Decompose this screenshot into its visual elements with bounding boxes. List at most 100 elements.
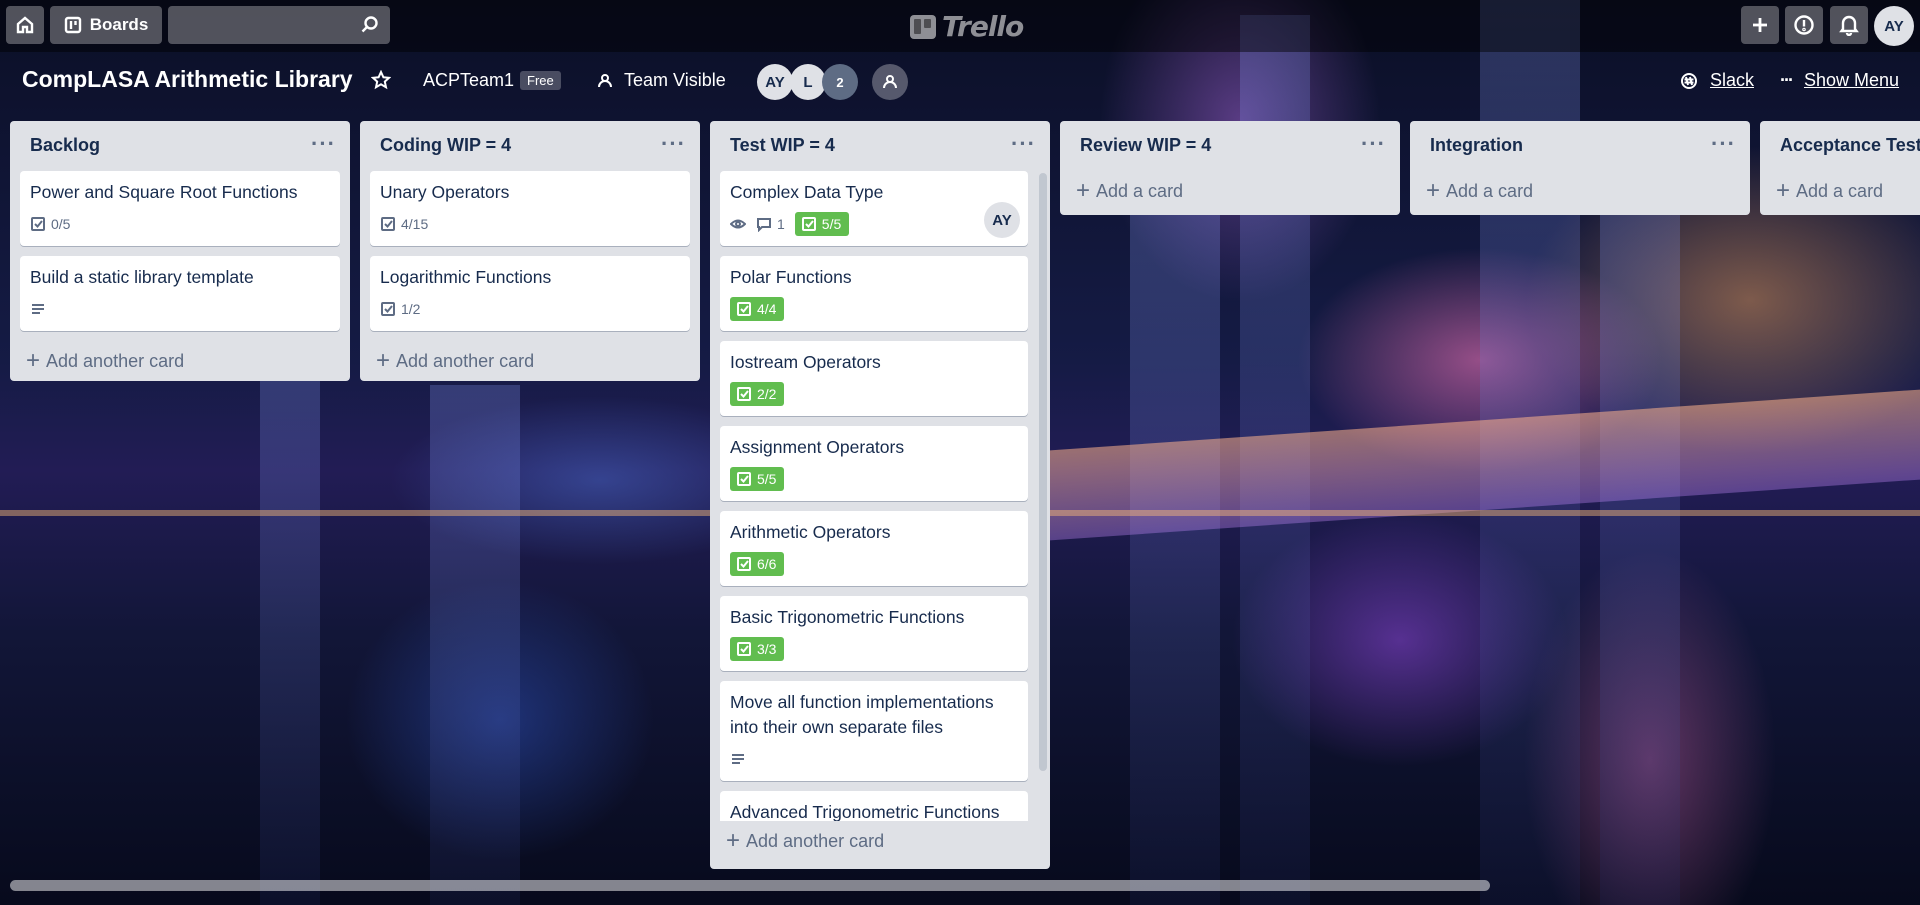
checklist-count: 0/5: [51, 216, 71, 232]
boards-label: Boards: [89, 15, 149, 34]
plus-icon: +: [726, 827, 741, 854]
list-title[interactable]: Integration: [1430, 135, 1523, 155]
card-title: Complex Data Type: [730, 182, 884, 202]
checklist-badge: 4/15: [380, 216, 428, 232]
list-title[interactable]: Test WIP = 4: [730, 135, 835, 155]
list-title[interactable]: Review WIP = 4: [1080, 135, 1211, 155]
card-title: Power and Square Root Functions: [30, 182, 298, 202]
user-avatar[interactable]: AY: [1874, 6, 1914, 46]
member-avatar[interactable]: AY: [757, 64, 793, 100]
list-header[interactable]: Coding WIP = 4 ···: [360, 121, 700, 171]
description-icon: [32, 304, 44, 314]
show-menu-button[interactable]: ··· Show Menu: [1780, 70, 1899, 91]
list-menu-icon[interactable]: ···: [311, 131, 336, 157]
checkbox-icon: [801, 217, 816, 231]
plus-icon: +: [376, 347, 391, 374]
card[interactable]: Power and Square Root Functions 0/5: [20, 171, 340, 246]
add-card-label: Add another card: [46, 350, 185, 371]
list-header[interactable]: Review WIP = 4 ···: [1060, 121, 1400, 171]
checklist-count: 4/4: [757, 301, 777, 317]
create-button[interactable]: [1741, 6, 1779, 44]
search-input[interactable]: [168, 6, 390, 44]
list-title[interactable]: Coding WIP = 4: [380, 135, 511, 155]
list-menu-icon[interactable]: ···: [1711, 131, 1736, 157]
search-icon[interactable]: [360, 15, 380, 40]
card[interactable]: Arithmetic Operators 6/6: [720, 511, 1028, 586]
plus-icon: +: [1076, 177, 1091, 204]
checkbox-icon: [31, 217, 45, 231]
list-menu-icon[interactable]: ···: [1361, 131, 1386, 157]
list-header[interactable]: Test WIP = 4 ···: [710, 121, 1050, 171]
card-title: Polar Functions: [730, 267, 852, 287]
checklist-count: 2/2: [757, 386, 777, 402]
card[interactable]: Assignment Operators 5/5: [720, 426, 1028, 501]
card-title: Logarithmic Functions: [380, 267, 552, 287]
member-avatar[interactable]: L: [790, 64, 826, 100]
card[interactable]: Unary Operators 4/15: [370, 171, 690, 246]
list-review-wip: Review WIP = 4 ··· + Add a card: [1060, 121, 1400, 215]
more-icon: ···: [1780, 70, 1794, 90]
comments-badge: 1: [756, 216, 785, 232]
star-button[interactable]: [370, 69, 392, 95]
home-icon: [16, 16, 34, 34]
slack-label: Slack: [1710, 70, 1755, 90]
list-title[interactable]: Backlog: [30, 135, 100, 155]
visibility-button[interactable]: Team Visible: [596, 70, 726, 91]
list-cards-scroll[interactable]: Complex Data Type 1 5/5 AY Polar Functio…: [710, 171, 1050, 821]
notifications-button[interactable]: [1830, 6, 1868, 44]
card-title: Assignment Operators: [730, 437, 905, 457]
slack-button[interactable]: Slack: [1680, 70, 1754, 91]
checkbox-icon: [737, 387, 751, 401]
list-header[interactable]: Acceptance Test: [1760, 121, 1920, 171]
card[interactable]: Logarithmic Functions 1/2: [370, 256, 690, 331]
info-button[interactable]: [1785, 6, 1823, 44]
card[interactable]: Advanced Trigonometric Functions: [720, 791, 1028, 821]
invite-button[interactable]: [872, 64, 908, 100]
more-members-badge[interactable]: 2: [822, 64, 858, 100]
boards-button[interactable]: Boards: [50, 6, 162, 44]
list-menu-icon[interactable]: ···: [1011, 131, 1036, 157]
card[interactable]: Basic Trigonometric Functions 3/3: [720, 596, 1028, 671]
plan-badge: Free: [520, 71, 561, 90]
add-card-button[interactable]: + Add another card: [10, 341, 350, 381]
home-button[interactable]: [6, 6, 44, 44]
list-menu-icon[interactable]: ···: [661, 131, 686, 157]
comment-icon: [757, 218, 771, 232]
checkbox-icon: [381, 302, 395, 316]
card[interactable]: Iostream Operators 2/2: [720, 341, 1028, 416]
card-title: Arithmetic Operators: [730, 522, 891, 542]
member-initials: L: [803, 73, 813, 91]
list-coding-wip: Coding WIP = 4 ··· Unary Operators 4/15 …: [360, 121, 700, 381]
add-card-button[interactable]: + Add a card: [1410, 171, 1750, 215]
list-scrollbar[interactable]: [1039, 173, 1047, 771]
trello-logo[interactable]: Trello: [910, 10, 1024, 43]
eye-icon: [730, 219, 746, 229]
card-member-avatar[interactable]: AY: [984, 202, 1020, 238]
card[interactable]: Complex Data Type 1 5/5 AY: [720, 171, 1028, 246]
list-header[interactable]: Integration ···: [1410, 121, 1750, 171]
list-title[interactable]: Acceptance Test: [1780, 135, 1920, 155]
plus-icon: +: [1426, 177, 1441, 204]
team-icon: [598, 73, 612, 87]
board-horizontal-scrollbar[interactable]: [10, 880, 1490, 891]
card[interactable]: Move all function implementations into t…: [720, 681, 1028, 781]
checkbox-icon: [737, 472, 751, 486]
add-card-button[interactable]: + Add another card: [710, 821, 1050, 861]
add-card-button[interactable]: + Add a card: [1060, 171, 1400, 215]
add-card-label: Add another card: [396, 350, 535, 371]
trello-logo-text: Trello: [942, 10, 1024, 43]
card[interactable]: Polar Functions 4/4: [720, 256, 1028, 331]
plus-icon: +: [1776, 177, 1791, 204]
card-title: Build a static library template: [30, 267, 254, 287]
card[interactable]: Build a static library template: [20, 256, 340, 331]
checklist-badge-complete: 5/5: [730, 467, 785, 491]
card-title: Iostream Operators: [730, 352, 881, 372]
add-card-button[interactable]: + Add another card: [360, 341, 700, 381]
team-name[interactable]: ACPTeam1: [423, 70, 514, 91]
add-card-button[interactable]: + Add a card: [1760, 171, 1920, 215]
list-integration: Integration ··· + Add a card: [1410, 121, 1750, 215]
board-title[interactable]: CompLASA Arithmetic Library: [22, 66, 353, 93]
more-members-count: 2: [836, 74, 844, 90]
card-title: Basic Trigonometric Functions: [730, 607, 965, 627]
list-header[interactable]: Backlog ···: [10, 121, 350, 171]
